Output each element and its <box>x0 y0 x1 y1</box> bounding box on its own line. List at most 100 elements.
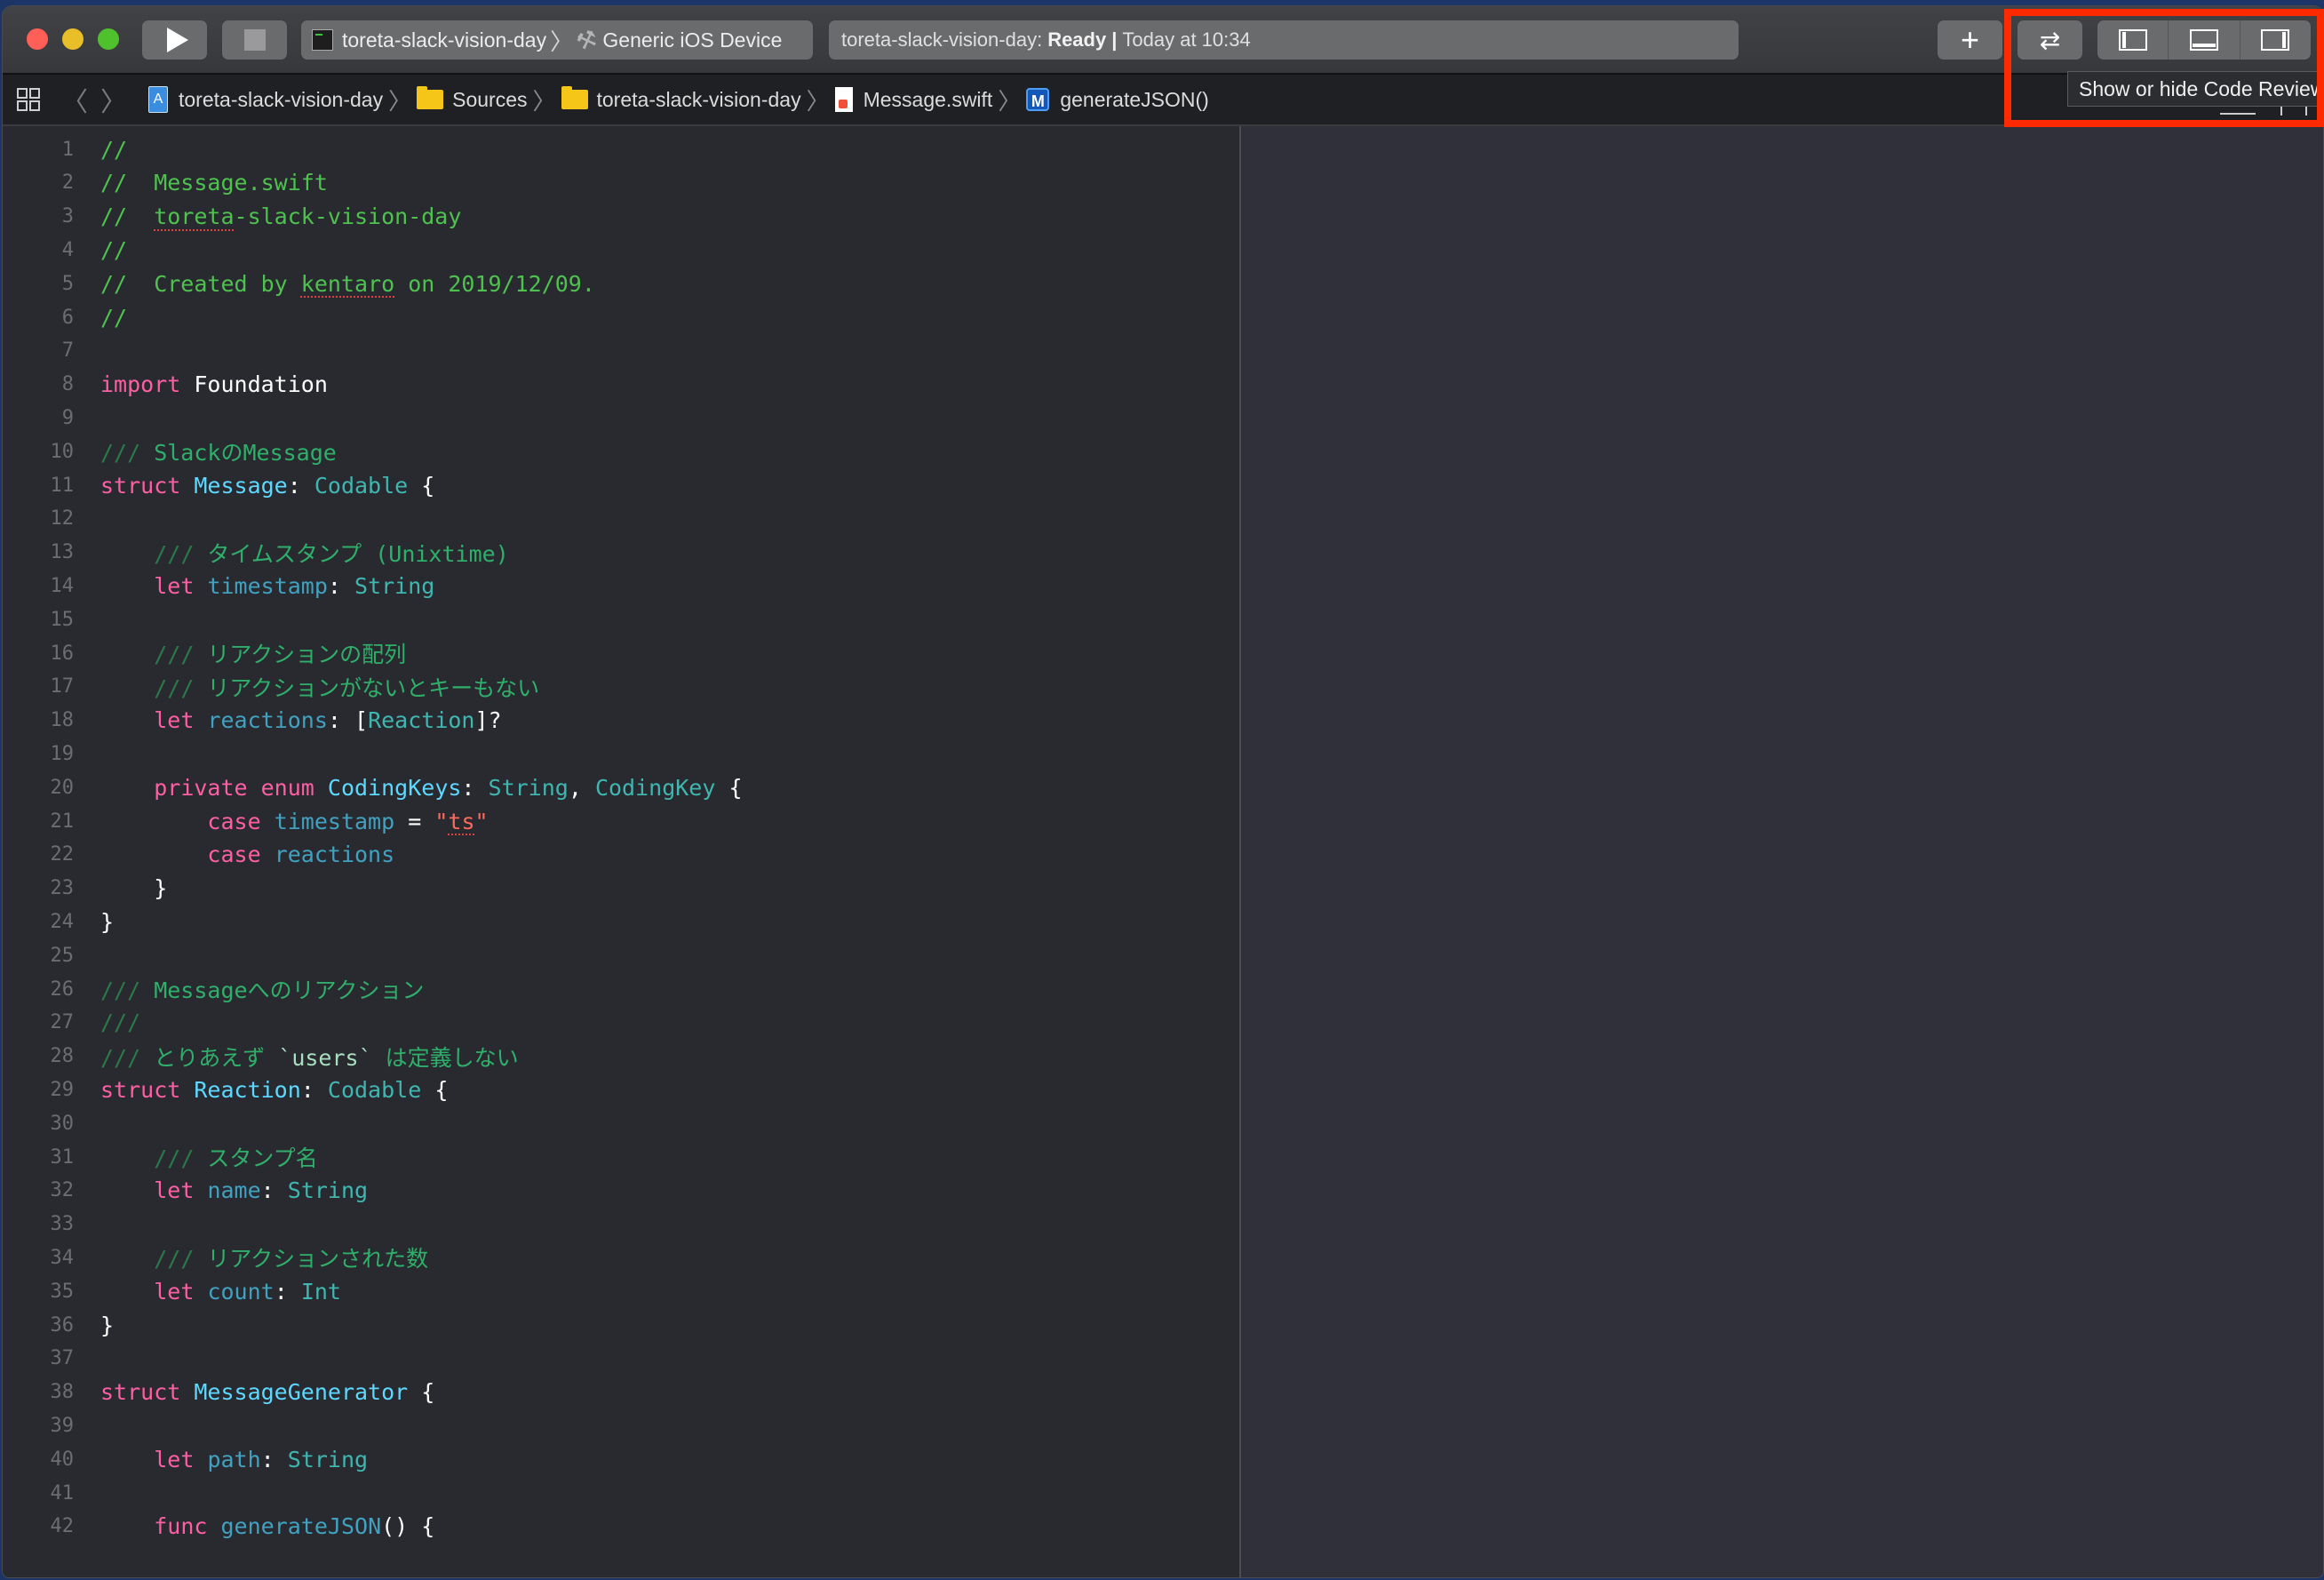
code-line[interactable]: 29 struct Reaction: Codable { <box>3 1073 1239 1105</box>
library-button[interactable]: + <box>1938 20 2002 60</box>
code-text: /// <box>100 1009 140 1035</box>
code-review-button[interactable]: ⇄ <box>2018 20 2082 60</box>
line-number: 10 <box>50 440 75 463</box>
code-text: let name: String <box>100 1177 368 1203</box>
chevron-right-icon: 〉 <box>532 87 556 115</box>
toggle-navigator-button[interactable] <box>2097 20 2169 60</box>
code-line[interactable]: 35 let count: Int <box>3 1275 1239 1307</box>
code-line[interactable]: 39 <box>3 1409 1239 1441</box>
code-token: = <box>394 808 435 834</box>
code-line[interactable]: 30 <box>3 1107 1239 1139</box>
code-line[interactable]: 42 func generateJSON() { <box>3 1511 1239 1543</box>
code-token: // <box>100 304 128 331</box>
run-button[interactable] <box>142 20 207 60</box>
line-number: 18 <box>50 709 75 732</box>
code-line[interactable]: 7 <box>3 335 1239 367</box>
line-number: 2 <box>61 172 74 195</box>
code-line[interactable]: 12 <box>3 503 1239 535</box>
code-line[interactable]: 28 /// とりあえず `users` は定義しない <box>3 1041 1239 1073</box>
code-line[interactable]: 19 <box>3 738 1239 770</box>
code-line[interactable]: 6 // <box>3 301 1239 333</box>
code-text: /// リアクションがないとキーもない <box>100 671 539 703</box>
code-line[interactable]: 11 struct Message: Codable { <box>3 469 1239 501</box>
code-line[interactable]: 9 <box>3 402 1239 434</box>
code-line[interactable]: 16 /// リアクションの配列 <box>3 637 1239 669</box>
code-line[interactable]: 1 // <box>3 133 1239 165</box>
code-token: とりあえず <box>140 1044 279 1071</box>
close-window-button[interactable] <box>27 28 48 50</box>
breadcrumb-label: toreta-slack-vision-day <box>179 87 384 111</box>
code-line[interactable]: 23 } <box>3 873 1239 905</box>
code-line[interactable]: 22 case reactions <box>3 839 1239 871</box>
code-line[interactable]: 38 struct MessageGenerator { <box>3 1377 1239 1408</box>
code-text: let count: Int <box>100 1279 341 1305</box>
code-line[interactable]: 5 // Created by kentaro on 2019/12/09. <box>3 267 1239 299</box>
code-line[interactable]: 27 /// <box>3 1007 1239 1039</box>
code-token: { <box>421 1076 449 1103</box>
code-line[interactable]: 4 // <box>3 234 1239 266</box>
code-text: case reactions <box>100 842 394 867</box>
code-line[interactable]: 14 let timestamp: String <box>3 570 1239 602</box>
code-text: } <box>100 875 167 901</box>
code-line[interactable]: 34 /// リアクションされた数 <box>3 1241 1239 1273</box>
back-arrow-icon[interactable]: 〈 <box>61 80 88 119</box>
code-line[interactable]: 41 <box>3 1477 1239 1509</box>
breadcrumb-label: toreta-slack-vision-day <box>596 87 801 111</box>
code-line[interactable]: 26 /// Messageへのリアクション <box>3 973 1239 1005</box>
code-line[interactable]: 33 <box>3 1209 1239 1241</box>
code-token: : <box>260 1446 288 1472</box>
zoom-window-button[interactable] <box>98 28 119 50</box>
code-line[interactable]: 17 /// リアクションがないとキーもない <box>3 671 1239 703</box>
code-line[interactable]: 24} <box>3 906 1239 938</box>
code-line[interactable]: 15 <box>3 603 1239 635</box>
line-number: 6 <box>61 306 74 329</box>
breadcrumb-group-folder[interactable]: toreta-slack-vision-day <box>561 86 801 112</box>
folder-icon <box>561 86 588 109</box>
scheme-selector[interactable]: toreta-slack-vision-day 〉 ⚒ Generic iOS … <box>301 20 813 60</box>
code-line[interactable]: 40 let path: String <box>3 1443 1239 1475</box>
toggle-debug-area-button[interactable] <box>2169 20 2240 60</box>
minimize-window-button[interactable] <box>62 28 84 50</box>
activity-status: Ready <box>1047 28 1107 51</box>
code-line[interactable]: 25 <box>3 939 1239 971</box>
left-pane-icon <box>2118 29 2147 51</box>
code-line[interactable]: 18 let reactions: [Reaction]? <box>3 705 1239 737</box>
line-number: 21 <box>50 810 75 833</box>
breadcrumb-project[interactable]: A toreta-slack-vision-day <box>127 86 383 113</box>
code-line[interactable]: 37 <box>3 1343 1239 1375</box>
source-editor[interactable]: 1 // 2 // Message.swift 3 // toreta-slack-vis… <box>3 126 1239 1577</box>
breadcrumb-label: Message.swift <box>863 87 993 111</box>
breadcrumb-sources-folder[interactable]: Sources <box>417 86 527 112</box>
code-text: private enum CodingKeys: String, CodingK… <box>100 774 742 801</box>
code-token: Message <box>194 472 288 499</box>
forward-arrow-icon[interactable]: 〉 <box>100 80 127 119</box>
code-text: struct MessageGenerator { <box>100 1379 434 1405</box>
code-line[interactable]: 10 /// SlackのMessage <box>3 435 1239 467</box>
stop-button[interactable] <box>222 20 287 60</box>
code-text: } <box>100 1313 114 1338</box>
secondary-editor-pane[interactable] <box>1241 126 2323 1577</box>
jump-bar: 〈 〉 A toreta-slack-vision-day 〉 Sources … <box>3 75 2323 126</box>
code-line[interactable]: 21 case timestamp = "ts" <box>3 805 1239 837</box>
code-line[interactable]: 8 import Foundation <box>3 369 1239 401</box>
code-line[interactable]: 36} <box>3 1309 1239 1341</box>
code-line[interactable]: 31 /// スタンプ名 <box>3 1141 1239 1173</box>
code-token: CodingKey <box>594 774 716 801</box>
code-line[interactable]: 13 /// タイムスタンプ (Unixtime) <box>3 537 1239 569</box>
related-items-grid-icon[interactable] <box>17 88 40 111</box>
code-line[interactable]: 2 // Message.swift <box>3 167 1239 199</box>
code-token: /// <box>100 440 141 467</box>
code-text: } <box>100 909 114 935</box>
code-line[interactable]: 3 // toreta-slack-vision-day <box>3 201 1239 233</box>
toggle-inspector-button[interactable] <box>2240 20 2311 60</box>
breadcrumb-symbol[interactable]: M generateJSON() <box>1026 88 1209 112</box>
code-token: () { <box>381 1513 435 1540</box>
breadcrumb-file[interactable]: Message.swift <box>834 87 993 112</box>
code-line[interactable]: 32 let name: String <box>3 1175 1239 1207</box>
code-line[interactable]: 20 private enum CodingKeys: String, Codi… <box>3 771 1239 803</box>
